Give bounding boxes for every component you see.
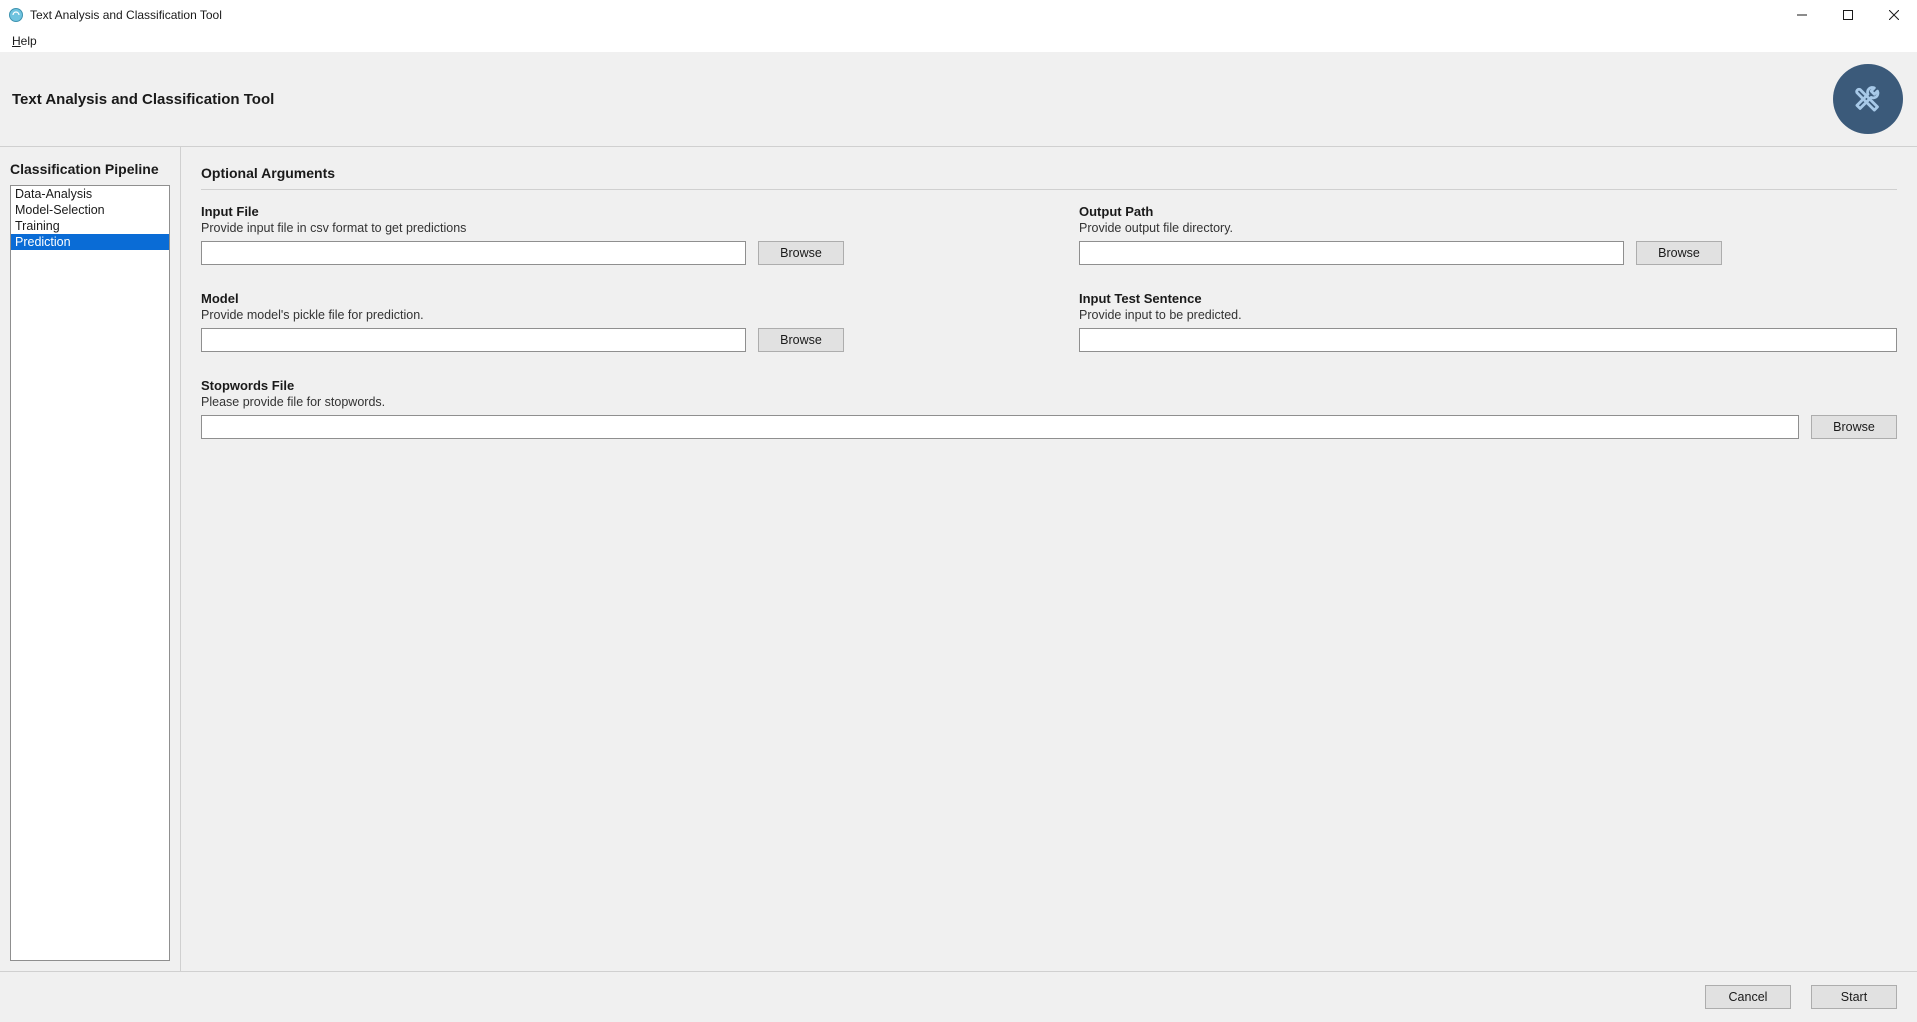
cancel-button[interactable]: Cancel [1705,985,1791,1009]
browse-stopwords-file-button[interactable]: Browse [1811,415,1897,439]
label-output-path: Output Path [1079,204,1897,219]
sidebar-item-prediction[interactable]: Prediction [11,234,169,250]
label-model: Model [201,291,1019,306]
desc-stopwords-file: Please provide file for stopwords. [201,395,1897,409]
field-model: Model Provide model's pickle file for pr… [201,291,1019,352]
content-panel: Optional Arguments Input File Provide in… [181,147,1917,971]
form-grid: Input File Provide input file in csv for… [201,204,1897,439]
close-button[interactable] [1871,0,1917,30]
output-path-field[interactable] [1079,241,1624,265]
sidebar-item-data-analysis[interactable]: Data-Analysis [11,186,169,202]
desc-output-path: Provide output file directory. [1079,221,1897,235]
browse-output-path-button[interactable]: Browse [1636,241,1722,265]
stopwords-file-field[interactable] [201,415,1799,439]
field-stopwords-file: Stopwords File Please provide file for s… [201,378,1897,439]
input-test-sentence-field[interactable] [1079,328,1897,352]
browse-input-file-button[interactable]: Browse [758,241,844,265]
sidebar: Classification Pipeline Data-Analysis Mo… [0,147,180,971]
sidebar-item-training[interactable]: Training [11,218,169,234]
desc-input-file: Provide input file in csv format to get … [201,221,1019,235]
sidebar-item-model-selection[interactable]: Model-Selection [11,202,169,218]
browse-model-button[interactable]: Browse [758,328,844,352]
label-stopwords-file: Stopwords File [201,378,1897,393]
section-title: Optional Arguments [201,165,1897,190]
label-input-test-sentence: Input Test Sentence [1079,291,1897,306]
app-title: Text Analysis and Classification Tool [12,91,274,108]
field-input-test-sentence: Input Test Sentence Provide input to be … [1079,291,1897,352]
main-area: Classification Pipeline Data-Analysis Mo… [0,147,1917,972]
app-icon [8,7,24,23]
window-title: Text Analysis and Classification Tool [30,8,222,22]
window-controls [1779,0,1917,30]
menu-bar: Help [0,30,1917,52]
desc-model: Provide model's pickle file for predicti… [201,308,1019,322]
field-output-path: Output Path Provide output file director… [1079,204,1897,265]
start-button[interactable]: Start [1811,985,1897,1009]
desc-input-test-sentence: Provide input to be predicted. [1079,308,1897,322]
footer: Cancel Start [0,972,1917,1022]
pipeline-listbox[interactable]: Data-Analysis Model-Selection Training P… [10,185,170,961]
window-titlebar: Text Analysis and Classification Tool [0,0,1917,30]
menu-help[interactable]: Help [8,32,41,50]
model-field[interactable] [201,328,746,352]
label-input-file: Input File [201,204,1019,219]
field-input-file: Input File Provide input file in csv for… [201,204,1019,265]
tools-icon [1833,64,1903,134]
maximize-button[interactable] [1825,0,1871,30]
app-header: Text Analysis and Classification Tool [0,52,1917,147]
minimize-button[interactable] [1779,0,1825,30]
sidebar-title: Classification Pipeline [10,161,170,177]
input-file-field[interactable] [201,241,746,265]
